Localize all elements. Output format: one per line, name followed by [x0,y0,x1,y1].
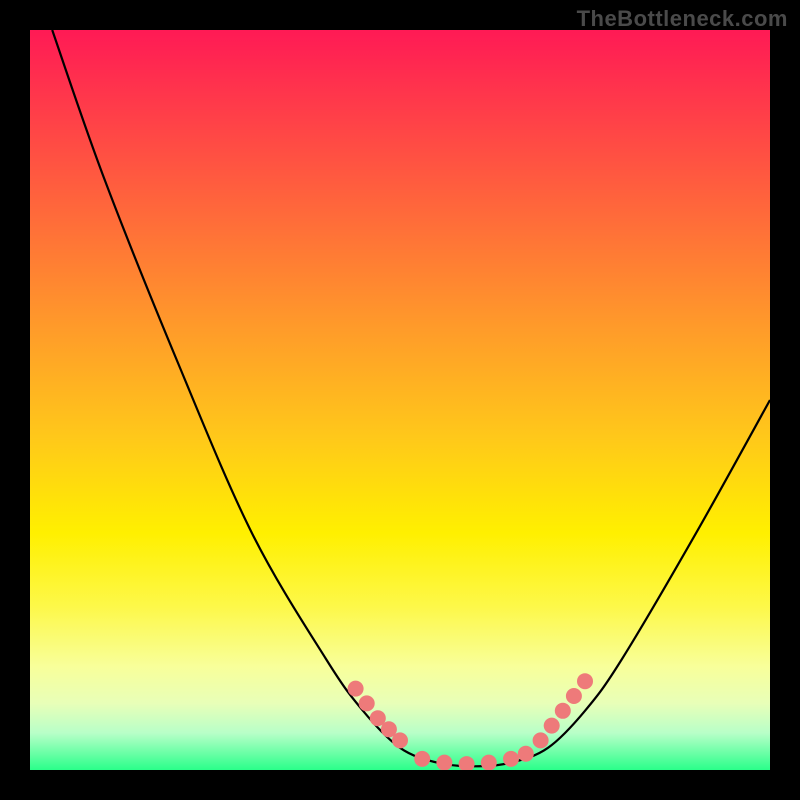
bottleneck-curve [52,30,770,766]
watermark-text: TheBottleneck.com [577,6,788,32]
data-marker [359,695,375,711]
data-marker [348,681,364,697]
data-marker [459,756,475,770]
data-marker [577,673,593,689]
data-marker [503,751,519,767]
data-marker [436,755,452,770]
data-marker [555,703,571,719]
chart-svg [30,30,770,770]
data-marker [481,755,497,770]
data-marker [518,746,534,762]
data-marker [392,732,408,748]
data-marker [566,688,582,704]
plot-area [30,30,770,770]
data-marker [533,732,549,748]
data-marker [414,751,430,767]
data-marker [544,718,560,734]
data-markers [348,673,593,770]
